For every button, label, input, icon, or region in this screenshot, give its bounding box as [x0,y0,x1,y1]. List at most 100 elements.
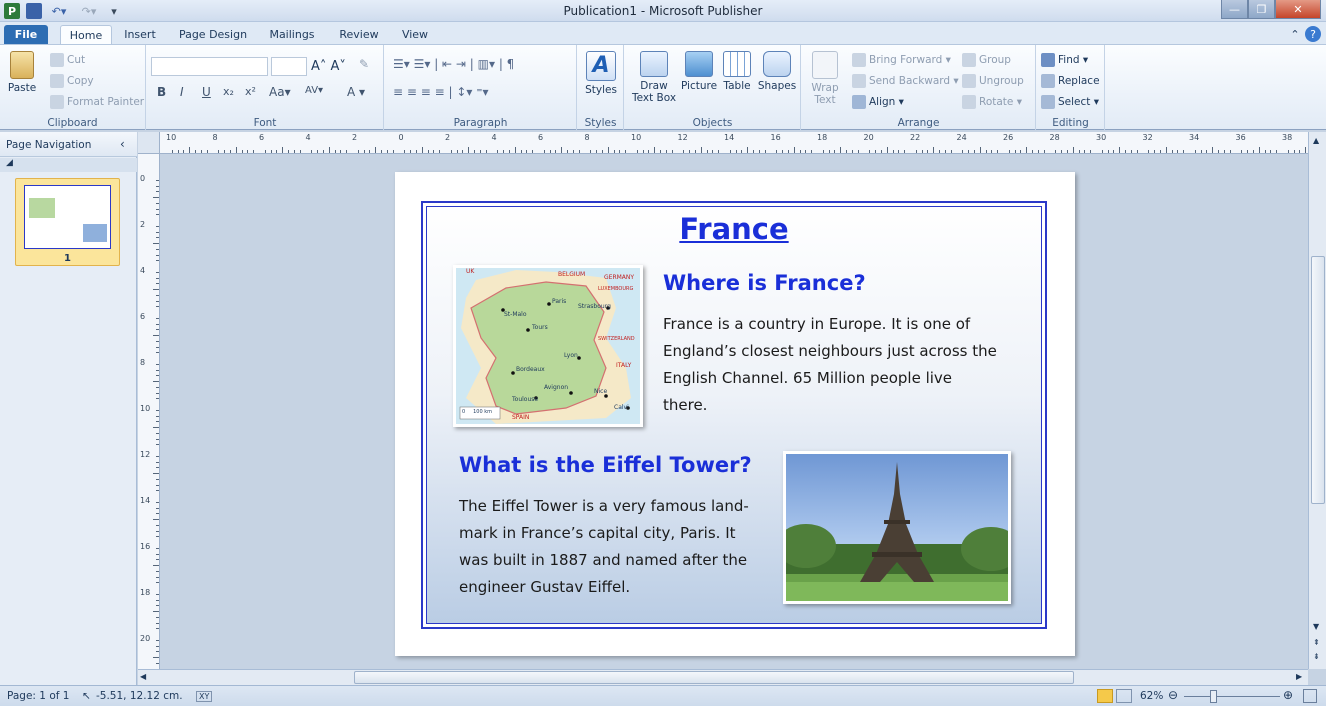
v-ruler-tick: 12 [140,450,151,459]
shapes-button[interactable]: Shapes [757,51,797,92]
grow-font-button[interactable]: A˄ A˅ [311,59,346,74]
bold-button[interactable]: B [157,85,166,99]
subscript-button[interactable]: x₂ [223,85,234,98]
align-buttons[interactable]: ≡ ≡ ≡ ≡ | ↕▾ ⁼▾ [393,85,489,99]
text-label: Text [814,94,836,106]
picture-button[interactable]: Picture [679,51,719,92]
underline-button[interactable]: U [202,85,211,99]
italic-button[interactable]: I [180,85,184,99]
styles-button[interactable]: A Styles [584,51,618,96]
character-spacing-button[interactable]: AV▾ [305,85,323,96]
map-label-luxembourg: LUXEMBOURG [598,286,634,292]
tab-page-design[interactable]: Page Design [172,25,254,44]
h-ruler-tick: 6 [259,133,265,142]
tab-home[interactable]: Home [60,25,112,44]
publication-page[interactable]: France UK BELGIUM GERMANY LUXEMBOURG Par… [395,172,1075,656]
ruler-corner[interactable] [138,132,160,154]
h-ruler-tick: 24 [956,133,967,142]
replace-button[interactable]: Replace [1041,74,1100,88]
horizontal-scroll-thumb[interactable] [354,671,1074,684]
paragraph-where-is-france[interactable]: France is a country in Europe. It is one… [663,311,1033,419]
section-collapse-icon[interactable]: ◢ [6,158,13,168]
bring-forward-label: Bring Forward [869,54,943,66]
zoom-slider-track[interactable] [1184,696,1280,697]
font-size-combo[interactable] [271,57,307,76]
scroll-down-icon[interactable]: ▼ [1313,622,1319,631]
h-ruler-tick: 14 [724,133,735,142]
map-label-avignon: Avignon [544,384,569,391]
table-icon [723,51,751,77]
font-color-button[interactable]: A ▾ [347,85,365,99]
vertical-scrollbar[interactable]: ▲ ▼ ⇞ ⇟ [1308,132,1326,669]
tab-view[interactable]: View [392,25,438,44]
paragraph-eiffel-tower[interactable]: The Eiffel Tower is a very famous land- … [459,493,779,601]
wrap-text-button[interactable]: Wrap Text [808,51,842,106]
v-ruler-tick: 18 [140,588,151,597]
paste-button[interactable]: Paste [4,51,40,94]
next-page-icon[interactable]: ⇟ [1313,652,1320,661]
eiffel-tower-photo[interactable] [783,451,1011,604]
rotate-button[interactable]: Rotate ▾ [962,95,1022,109]
zoom-level[interactable]: 62% [1140,690,1163,702]
page-thumbnail[interactable]: 1 [15,178,120,266]
cut-label: Cut [67,54,86,66]
vertical-ruler[interactable]: 0 2 4 6 8 10 12 14 16 18 20 [138,154,160,676]
zoom-slider-thumb[interactable] [1210,690,1217,703]
scroll-up-icon[interactable]: ▲ [1313,136,1319,145]
select-icon [1041,95,1055,109]
previous-page-icon[interactable]: ⇞ [1313,638,1320,647]
cut-button[interactable]: Cut [50,53,85,67]
restore-button[interactable]: ❐ [1248,0,1275,19]
fit-page-icon[interactable] [1303,689,1317,703]
france-map-image[interactable]: UK BELGIUM GERMANY LUXEMBOURG Paris Stra… [453,265,643,427]
draw-text-box-button[interactable]: Draw Text Box [629,51,679,104]
align-button[interactable]: Align ▾ [852,95,904,109]
zoom-out-icon[interactable]: ⊖ [1168,688,1178,702]
change-case-button[interactable]: Aa▾ [269,85,291,99]
horizontal-scrollbar[interactable]: ◀ ▶ [138,669,1308,685]
horizontal-ruler[interactable]: 10 8 6 4 2 0 2 4 6 8 10 12 14 16 18 20 22 24 26 28 30 32 34 36 3… [160,132,1324,154]
map-label-uk: UK [466,268,475,275]
table-button[interactable]: Table [721,51,753,92]
paragraph2-line: was built in 1887 and named after the [459,551,748,569]
help-icon[interactable]: ? [1305,26,1321,42]
tab-file[interactable]: File [4,25,48,44]
tab-review[interactable]: Review [332,25,386,44]
minimize-button[interactable]: — [1221,0,1248,19]
page-count-status[interactable]: Page: 1 of 1 [7,690,69,702]
bullets-button[interactable]: ☰▾ ☰▾ | ⇤ ⇥ | ▥▾ | ¶ [393,57,514,71]
scroll-right-icon[interactable]: ▶ [1296,672,1302,681]
page-border-frame[interactable]: France UK BELGIUM GERMANY LUXEMBOURG Par… [421,201,1047,629]
heading-where-is-france[interactable]: Where is France? [663,271,866,295]
clear-formatting-button[interactable]: ✎ [359,57,369,71]
font-name-combo[interactable] [151,57,268,76]
superscript-button[interactable]: x² [245,85,256,98]
copy-button[interactable]: Copy [50,74,94,88]
zoom-in-icon[interactable]: ⊕ [1283,688,1293,702]
section-header[interactable]: ◢ [0,158,137,172]
select-button[interactable]: Select ▾ [1041,95,1099,109]
styles-icon: A [586,51,616,81]
send-backward-icon [852,74,866,88]
collapse-pane-icon[interactable]: ‹ [120,137,125,151]
group-button[interactable]: Group [962,53,1011,67]
single-page-view-icon[interactable] [1097,689,1113,703]
group-icon [962,53,976,67]
two-page-view-icon[interactable] [1116,689,1132,703]
heading-eiffel-tower[interactable]: What is the Eiffel Tower? [459,453,752,477]
bring-forward-button[interactable]: Bring Forward ▾ [852,53,951,67]
format-painter-button[interactable]: Format Painter [50,95,144,109]
tab-mailings[interactable]: Mailings [262,25,322,44]
window-title: Publication1 - Microsoft Publisher [563,4,763,18]
send-backward-button[interactable]: Send Backward ▾ [852,74,959,88]
document-title[interactable]: France [423,212,1045,246]
vertical-scroll-thumb[interactable] [1311,256,1325,504]
minimize-ribbon-icon[interactable]: ⌃ [1288,25,1302,44]
tab-insert[interactable]: Insert [117,25,163,44]
close-button[interactable]: ✕ [1275,0,1321,19]
find-button[interactable]: Find ▾ [1041,53,1088,67]
scroll-left-icon[interactable]: ◀ [140,672,146,681]
ungroup-button[interactable]: Ungroup [962,74,1024,88]
h-ruler-tick: 30 [1096,133,1107,142]
paste-label: Paste [7,82,37,94]
